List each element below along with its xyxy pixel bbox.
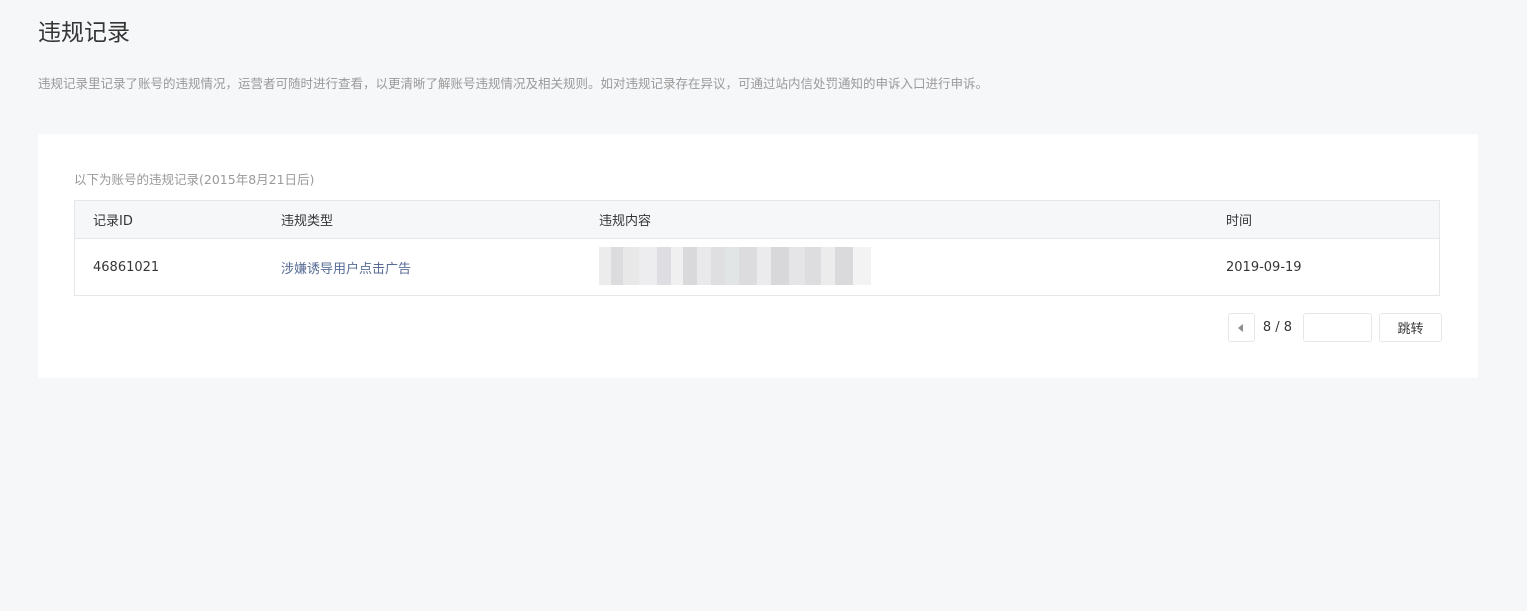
violation-content-cell [599,237,871,295]
records-card: 以下为账号的违规记录(2015年8月21日后) 记录ID 违规类型 违规内容 时… [38,134,1478,378]
records-table: 记录ID 违规类型 违规内容 时间 46861021 涉嫌诱导用户点击广告 20… [74,200,1440,296]
record-time: 2019-09-19 [1226,259,1302,275]
table-header-row: 记录ID 违规类型 违规内容 时间 [75,201,1439,239]
page-title: 违规记录 [38,20,130,46]
page-indicator: 8 / 8 [1262,320,1292,335]
column-header-id: 记录ID [93,214,133,229]
violation-type: 涉嫌诱导用户点击广告 [281,261,412,277]
records-section-label: 以下为账号的违规记录(2015年8月21日后) [74,172,315,187]
page-description: 违规记录里记录了账号的违规情况，运营者可随时进行查看，以更清晰了解账号违规情况及… [38,76,989,91]
column-header-type: 违规类型 [281,214,334,229]
pagination: 8 / 8 跳转 [1227,313,1442,342]
page-jump-input[interactable] [1303,313,1372,342]
record-id: 46861021 [93,259,160,275]
column-header-time: 时间 [1226,214,1253,229]
blurred-content [599,237,871,295]
jump-button[interactable]: 跳转 [1379,313,1442,342]
column-header-content: 违规内容 [599,214,652,229]
caret-left-icon [1238,323,1244,332]
table-row: 46861021 涉嫌诱导用户点击广告 2019-09-19 [75,237,1439,295]
prev-page-button[interactable] [1227,313,1255,342]
